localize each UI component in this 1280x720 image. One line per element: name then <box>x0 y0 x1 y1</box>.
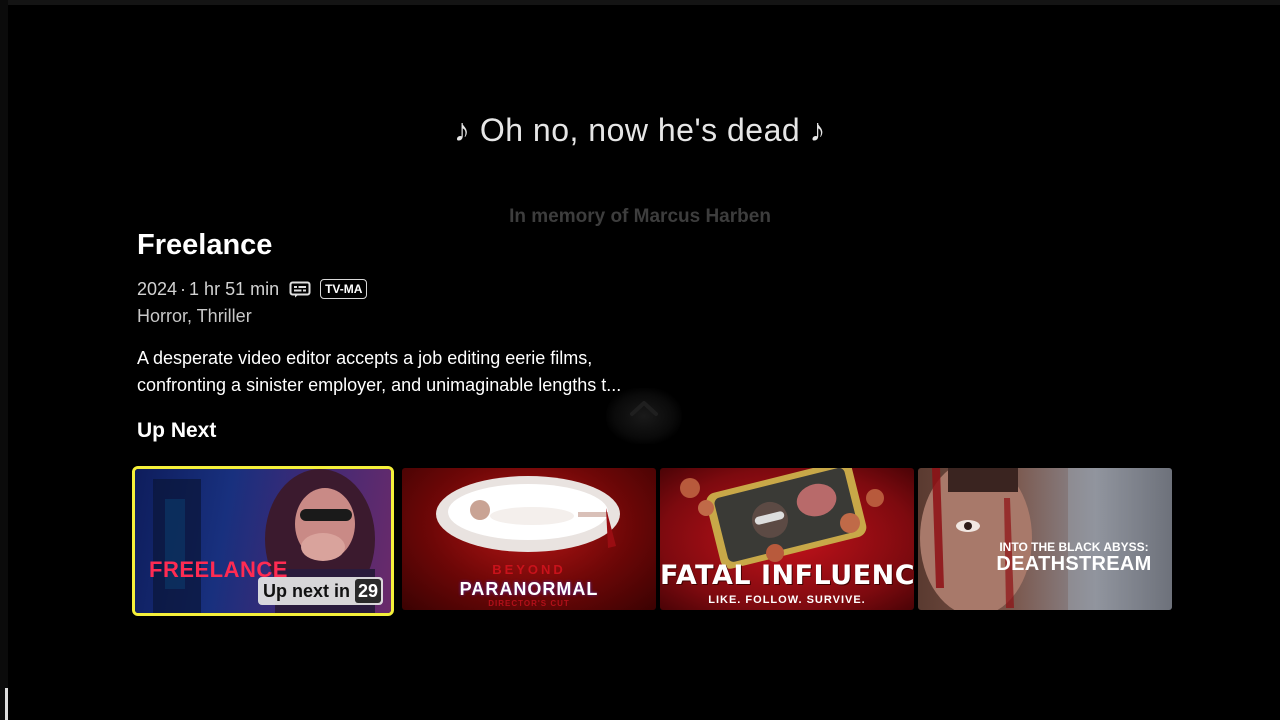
description-line: confronting a sinister employer, and uni… <box>137 375 622 395</box>
movie-description: A desperate video editor accepts a job e… <box>137 345 697 399</box>
subtitle-caption: ♪ Oh no, now he's dead ♪ <box>453 112 827 148</box>
up-next-heading: Up Next <box>137 419 217 442</box>
up-next-card-beyond-paranormal[interactable]: BEYOND PARANORMAL DIRECTOR'S CUT <box>402 468 656 610</box>
countdown-label: Up next in <box>262 580 350 601</box>
up-next-countdown-badge: Up next in 29 <box>257 577 383 605</box>
card-subtitle: DIRECTOR'S CUT <box>488 599 570 608</box>
up-next-rail: FREELANCE Up next in 29 BEYOND PARANORMA… <box>132 466 1174 616</box>
card-title-top: BEYOND <box>492 562 566 577</box>
rating-badge: TV-MA <box>320 279 368 299</box>
up-next-card-fatal-influence[interactable]: FATAL INFLUENCE LIKE. FOLLOW. SURVIVE. <box>660 468 914 610</box>
movie-info-panel: Freelance 2024 · 1 hr 51 min TV-MA Horro… <box>137 226 777 399</box>
up-next-card-freelance[interactable]: FREELANCE Up next in 29 <box>132 466 394 616</box>
memorial-credit: In memory of Marcus Harben <box>509 206 771 227</box>
movie-year: 2024 <box>137 278 178 299</box>
card-title: DEATHSTREAM <box>996 553 1152 575</box>
player-screen: ♪ Oh no, now he's dead ♪ In memory of Ma… <box>0 0 1280 720</box>
movie-meta: 2024 · 1 hr 51 min TV-MA <box>137 277 777 301</box>
frame-edge <box>0 0 1280 5</box>
description-line: A desperate video editor accepts a job e… <box>137 348 593 368</box>
card-title-top: INTO THE BLACK ABYSS: <box>999 540 1149 554</box>
card-title: FATAL INFLUENCE <box>660 560 914 591</box>
closed-captions-icon <box>289 281 311 298</box>
frame-edge <box>0 0 8 720</box>
movie-duration: 1 hr 51 min <box>189 278 280 299</box>
movie-title: Freelance <box>137 229 273 261</box>
meta-separator: · <box>180 278 187 299</box>
text-cursor <box>5 688 8 720</box>
card-title: PARANORMAL <box>459 579 599 599</box>
up-next-card-deathstream[interactable]: INTO THE BLACK ABYSS: DEATHSTREAM <box>918 468 1172 610</box>
movie-genres: Horror, Thriller <box>137 306 252 326</box>
thumbnail-image <box>918 468 1172 610</box>
countdown-value: 29 <box>354 579 381 603</box>
card-tagline: LIKE. FOLLOW. SURVIVE. <box>708 594 866 606</box>
